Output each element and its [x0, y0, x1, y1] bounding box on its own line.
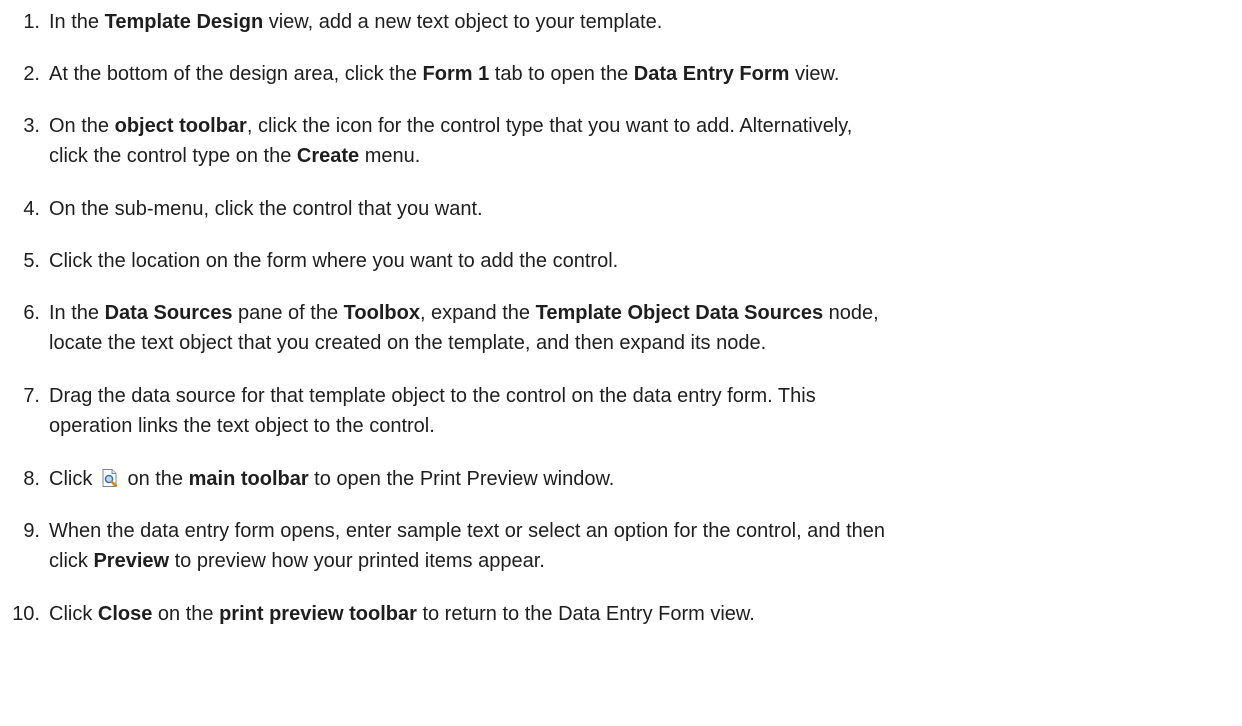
text-run: node, [823, 302, 879, 324]
step-text: Click Close on the print preview toolbar… [49, 599, 1234, 629]
text-run: pane of the [232, 302, 344, 324]
text-run: to open the Print Preview window. [308, 468, 615, 490]
document-page: 1. In the Template Design view, add a ne… [0, 0, 1242, 726]
step-number: 5. [23, 250, 40, 272]
text-run: on the [152, 603, 220, 625]
ui-term: Data Entry Form [633, 63, 790, 85]
step-text: Drag the data source for that template o… [49, 381, 1234, 441]
step-text: On the object toolbar, click the icon fo… [49, 111, 1234, 171]
ui-term: Preview [93, 550, 170, 572]
text-run: Click the location on the form where you… [49, 250, 619, 272]
text-run: click the control type on the [49, 145, 297, 167]
step-number: 3. [23, 115, 40, 137]
step-text: In the Data Sources pane of the Toolbox,… [49, 298, 1234, 358]
ui-term: object toolbar [114, 115, 247, 137]
step-text: Click on the main toolbar to open the Pr… [49, 464, 1234, 494]
step-text: On the sub-menu, click the control that … [49, 194, 1234, 224]
ui-term: Close [97, 603, 153, 625]
ui-term: Form 1 [422, 63, 490, 85]
step-number: 10. [12, 603, 40, 625]
text-run: to preview how your printed items appear… [169, 550, 545, 572]
step-number: 1. [23, 11, 40, 33]
print-preview-icon [102, 469, 117, 488]
text-run: Click [49, 468, 98, 490]
step-text: Click the location on the form where you… [49, 246, 1234, 276]
text-run: to return to the Data Entry Form view. [416, 603, 755, 625]
text-run: click [49, 550, 94, 572]
step-number: 2. [23, 63, 40, 85]
text-run: locate the text object that you created … [49, 332, 767, 354]
step-number: 9. [23, 520, 40, 542]
ui-term: print preview toolbar [219, 603, 417, 625]
ui-term: Toolbox [343, 302, 420, 324]
text-run: When the data entry form opens, enter sa… [49, 520, 886, 542]
ui-term: main toolbar [188, 468, 309, 490]
step-number: 7. [23, 385, 40, 407]
text-run: tab to open the [489, 63, 634, 85]
text-run: , click the icon for the control type th… [246, 115, 853, 137]
step-text: At the bottom of the design area, click … [49, 59, 1234, 89]
text-run: view. [789, 63, 840, 85]
ui-term: Create [296, 145, 360, 167]
step-text: When the data entry form opens, enter sa… [49, 516, 1234, 576]
text-run: Drag the data source for that template o… [49, 385, 816, 407]
step-text: In the Template Design view, add a new t… [49, 7, 1234, 37]
text-run: In the [49, 302, 105, 324]
text-run: , expand the [419, 302, 536, 324]
text-run: operation links the text object to the c… [49, 415, 435, 437]
text-run: On the sub-menu, click the control that … [49, 198, 483, 220]
text-run: On the [49, 115, 115, 137]
step-number: 8. [23, 468, 40, 490]
text-run: In the [49, 11, 105, 33]
text-run: view, add a new text object to your temp… [263, 11, 663, 33]
text-run: on the [121, 468, 189, 490]
ui-term: Template Design [104, 11, 264, 33]
text-run: Click [49, 603, 98, 625]
step-number: 4. [23, 198, 40, 220]
step-number: 6. [23, 302, 40, 324]
text-run: menu. [359, 145, 421, 167]
text-run: At the bottom of the design area, click … [49, 63, 423, 85]
ui-term: Data Sources [104, 302, 233, 324]
ui-term: Template Object Data Sources [535, 302, 824, 324]
